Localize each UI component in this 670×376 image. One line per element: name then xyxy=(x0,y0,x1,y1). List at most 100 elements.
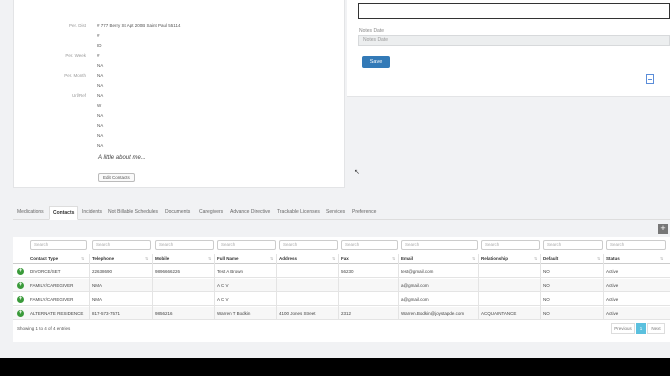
tab-medications[interactable]: Medications xyxy=(17,206,44,220)
sort-icon[interactable]: ⇅ xyxy=(145,254,148,264)
column-divider xyxy=(152,254,153,320)
sort-icon[interactable]: ⇅ xyxy=(81,254,84,264)
table-cell: 9856216 xyxy=(155,311,173,316)
table-row[interactable]: + FAMILY/CAREGIVER NMA A C V a@gmail.com NO Ac… xyxy=(13,279,670,292)
table-header: Contact Type ⇅ Telephone ⇅ Mobile ⇅ Full Name ⇅… xyxy=(13,254,670,264)
save-button[interactable]: Save xyxy=(362,56,390,68)
table-cell: Active xyxy=(606,283,619,288)
pagination-page-button[interactable]: 1 xyxy=(636,323,646,334)
column-header[interactable]: Email xyxy=(401,254,413,264)
page: Per. Dist # 777 Berry St Apt 200B Saint P… xyxy=(0,0,670,358)
column-search-input[interactable]: Search xyxy=(30,240,87,250)
tab-caregivers[interactable]: Caregivers xyxy=(199,206,223,220)
column-search-input[interactable]: Search xyxy=(92,240,151,250)
pdf-icon[interactable] xyxy=(646,74,654,84)
sort-icon[interactable]: ⇅ xyxy=(472,254,475,264)
tab-contacts[interactable]: Contacts xyxy=(49,206,79,220)
table-row[interactable]: + DIVORCE/SET 22638690 9896666226 Test A Bro… xyxy=(13,265,670,278)
column-header[interactable]: Default xyxy=(543,254,558,264)
profile-row-value: NA xyxy=(97,143,104,148)
profile-row-value: NA xyxy=(97,63,104,68)
sort-icon[interactable]: ⇅ xyxy=(208,254,211,264)
notes-card: Notes Date Notes Date Save xyxy=(347,0,670,97)
text-input[interactable] xyxy=(358,3,670,19)
profile-row-label: Per. Dist xyxy=(68,23,86,28)
table-cell: NMA xyxy=(92,297,102,302)
profile-row-value: NA xyxy=(97,93,104,98)
tab-advance-directive[interactable]: Advance Directive xyxy=(230,206,270,220)
profile-row-value: NA xyxy=(97,83,104,88)
column-search-input[interactable]: Search xyxy=(401,240,478,250)
expand-row-icon[interactable]: + xyxy=(17,282,24,289)
table-cell: Active xyxy=(606,269,619,274)
add-contact-button[interactable]: + xyxy=(658,224,668,234)
table-cell: A C V xyxy=(217,297,229,302)
expand-row-icon[interactable]: + xyxy=(17,296,24,303)
column-header[interactable]: Mobile xyxy=(155,254,169,264)
sort-icon[interactable]: ⇅ xyxy=(392,254,395,264)
profile-row-value: NA xyxy=(97,123,104,128)
column-divider xyxy=(603,254,604,320)
table-cell: Warren.Bodkin@joystapde.com xyxy=(401,311,465,316)
sort-icon[interactable]: ⇅ xyxy=(332,254,335,264)
profile-row-label: Per. Week xyxy=(65,53,86,58)
table-row[interactable]: + ALTERNATE RESIDENCE 817-573-7571 9856216 W… xyxy=(13,307,670,320)
table-cell: 22638690 xyxy=(92,269,113,274)
table-cell: NMA xyxy=(92,283,102,288)
table-cell: 4100 Jones Street xyxy=(279,311,316,316)
column-header[interactable]: Full Name xyxy=(217,254,239,264)
tab-incidents[interactable]: Incidents xyxy=(82,206,102,220)
profile-row-value: NA xyxy=(97,73,104,78)
column-search-input[interactable]: Search xyxy=(341,240,398,250)
table-row[interactable]: + FAMILY/CAREGIVER NMA A C V a@gmail.com NO Ac… xyxy=(13,293,670,306)
table-cell: Warren T Bodkin xyxy=(217,311,251,316)
column-search-input[interactable]: Search xyxy=(606,240,666,250)
notes-date-input[interactable]: Notes Date xyxy=(358,35,670,46)
column-search-input[interactable]: Search xyxy=(155,240,214,250)
tab-services[interactable]: Services xyxy=(326,206,345,220)
table-cell: A C V xyxy=(217,283,229,288)
expand-row-icon[interactable]: + xyxy=(17,310,24,317)
column-header[interactable]: Address xyxy=(279,254,297,264)
sort-icon[interactable]: ⇅ xyxy=(534,254,537,264)
tab-trackable-licenses[interactable]: Trackable Licenses xyxy=(277,206,320,220)
table-cell: 56230 xyxy=(341,269,354,274)
about-text: A little about me... xyxy=(98,155,146,161)
tab-not-billable-schedules[interactable]: Not Billable Schedules xyxy=(108,206,158,220)
column-header[interactable]: Fax xyxy=(341,254,349,264)
pagination-next-button[interactable]: Next xyxy=(647,323,665,334)
profile-row-label: Per. Month xyxy=(64,73,86,78)
edit-contacts-button[interactable]: Edit Contacts xyxy=(98,173,135,182)
profile-row-value: # 777 Berry St Apt 200B Saint Paul 55114 xyxy=(97,23,181,28)
column-divider xyxy=(276,254,277,320)
column-divider xyxy=(214,254,215,320)
profile-row-label: Url/Ref xyxy=(71,93,86,98)
column-header[interactable]: Relationship xyxy=(481,254,508,264)
column-search-input[interactable]: Search xyxy=(217,240,276,250)
sort-icon[interactable]: ⇅ xyxy=(660,254,663,264)
pagination-prev-button[interactable]: Previous xyxy=(611,323,635,334)
column-search-input[interactable]: Search xyxy=(279,240,338,250)
table-cell: NO xyxy=(543,311,550,316)
table-cell: 9896666226 xyxy=(155,269,181,274)
column-search-input[interactable]: Search xyxy=(543,240,603,250)
profile-row-value: # xyxy=(97,33,100,38)
column-divider xyxy=(478,254,479,320)
table-cell: test@gmail.com xyxy=(401,269,434,274)
column-header[interactable]: Contact Type xyxy=(30,254,58,264)
table-cell: NO xyxy=(543,297,550,302)
sort-icon[interactable]: ⇅ xyxy=(597,254,600,264)
column-header[interactable]: Telephone xyxy=(92,254,114,264)
column-header[interactable]: Status xyxy=(606,254,620,264)
tab-documents[interactable]: Documents xyxy=(165,206,190,220)
table-cell: FAMILY/CAREGIVER xyxy=(30,283,74,288)
profile-row-value: ID xyxy=(97,43,102,48)
expand-row-icon[interactable]: + xyxy=(17,268,24,275)
column-search-input[interactable]: Search xyxy=(481,240,540,250)
tab-preference[interactable]: Preference xyxy=(352,206,376,220)
sort-icon[interactable]: ⇅ xyxy=(270,254,273,264)
table-cell: ACQUAINTANCE xyxy=(481,311,517,316)
table-cell: NO xyxy=(543,269,550,274)
table-cell: 817-573-7571 xyxy=(92,311,121,316)
column-divider xyxy=(89,254,90,320)
